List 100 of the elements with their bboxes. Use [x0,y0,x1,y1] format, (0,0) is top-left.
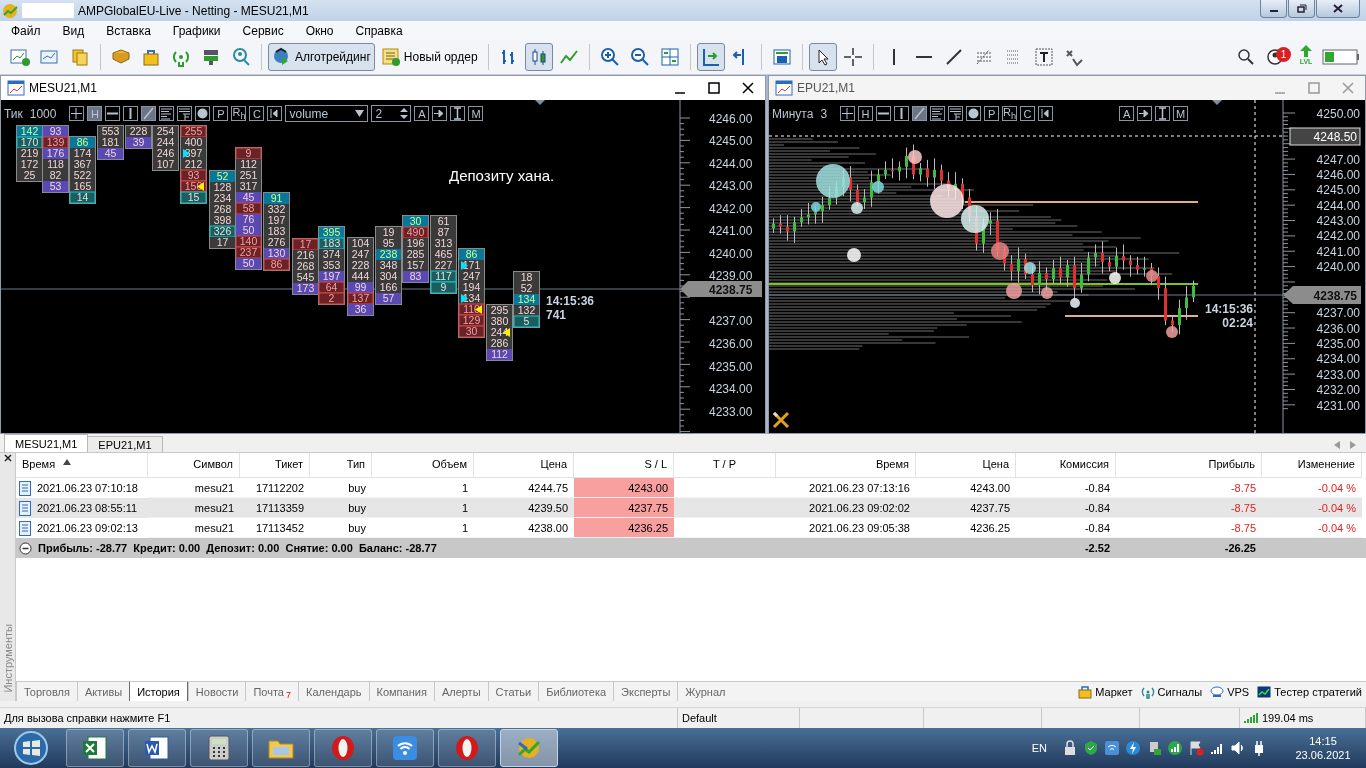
table-cell: -8.75 [1116,498,1262,518]
number-field[interactable]: 2 [371,105,412,122]
panel-link[interactable]: VPS [1206,682,1254,701]
table-cell: 4243.00 [574,478,674,498]
cluster-cell: 128 [210,181,235,193]
countdown-timer: 02:24 [1222,316,1253,330]
cluster-cell: 83 [403,270,428,282]
axis-label: 4232.00 [1316,383,1360,398]
table-cell: 4237.75 [916,498,1016,518]
panel-tab[interactable]: История [129,682,188,701]
panel-link[interactable]: Сигналы [1136,682,1207,701]
chart-key[interactable]: P [984,106,1000,121]
cluster-cell: 522 [70,169,95,181]
table-cell: 2021.06.23 09:02:02 [776,498,916,518]
cluster-cell: 353 [319,259,344,271]
cluster-cell: 112 [487,348,512,360]
table-cell: mesu21 [148,498,240,518]
cluster-cell: 19 [376,226,401,238]
summary-text: Прибыль: -28.77 Кредит: 0.00 Депозит: 0.00 Снятие: 0.00 Баланс: -28.77 [38,542,437,554]
axis-label: 4241.00 [709,224,753,239]
menu-item[interactable]: Сервис [233,23,297,38]
axis-label: 4231.00 [1316,398,1360,413]
chart-key[interactable]: P [213,106,229,121]
cluster-cell: 86 [263,258,290,271]
cluster-cell: 104 [348,237,373,249]
chart-key[interactable]: C [249,106,265,121]
cluster-cell: 400 [181,136,206,148]
menu-item[interactable]: Вставка [97,23,164,38]
cluster-cell: 91 [264,192,289,204]
cluster-cell: 183 [264,225,289,237]
cluster-cell: 58 [235,202,262,215]
axis-label: 4235.00 [1316,337,1360,352]
cluster-cell: 5 [513,315,540,328]
cluster-cell: 247 [459,270,484,282]
axis-label: 4250.00 [1316,106,1360,121]
cluster-cell: 18 [514,271,539,283]
chart-key[interactable]: M [468,106,484,121]
chart-key[interactable]: H [858,106,874,121]
cluster-cell: 82 [43,169,68,181]
axis-label: 4244.00 [709,156,753,171]
chart-key[interactable]: R$_{h}$ [231,106,247,121]
menu-item[interactable]: Графики [163,23,234,38]
axis-label: 4235.00 [709,359,753,374]
period-value: 3 [820,106,828,121]
axis-label: 4243.00 [1316,214,1360,229]
account-button[interactable]: 1 [1262,43,1290,71]
status-hint: Для вызова справки нажмите F1 [4,712,171,724]
cluster-cell: 87 [431,226,456,238]
cluster-cell: 172 [17,158,42,170]
chart-key[interactable]: R$_{h}$ [1002,106,1018,121]
cluster-cell: 183 [318,237,345,250]
summary-commission: -2.52 [1083,542,1111,554]
cluster-cell: 2 [318,292,345,305]
axis-label: 4236.00 [1316,321,1360,336]
cluster-cell: 173 [293,282,318,294]
cluster-cell: 246 [153,147,178,159]
cluster-cell: 228 [126,125,151,137]
chart-key[interactable]: C [1020,106,1036,121]
cluster-cell: 194 [459,281,484,293]
axis-label: 4245.00 [709,134,753,149]
cluster-cell: 216 [293,249,318,261]
toolbar-button[interactable]: Новый ордер [376,43,482,71]
cluster-cell: 285 [403,248,428,260]
menu-item[interactable]: Справка [346,23,416,38]
chart-key[interactable]: M [1173,106,1189,121]
toolbar-button[interactable]: Алготрейдинг [268,43,375,71]
menu-item[interactable]: Окно [296,23,347,38]
cluster-cell: 76 [236,213,261,225]
chart-tab[interactable]: EPU21,M1 [87,436,163,452]
cluster-cell: 255 [180,125,207,138]
panel-link[interactable]: Маркет [1074,682,1137,701]
cluster-cell: 95 [376,237,401,249]
menu-item[interactable]: Файл [2,23,54,38]
cluster-cell: 112 [236,158,261,170]
cluster-cell: 30 [458,325,485,338]
table-cell: 1 [372,498,474,518]
cluster-cell: 45 [98,147,123,159]
cluster-cell: 14 [69,191,96,204]
panel-link[interactable]: Тестер стратегий [1253,682,1366,701]
cluster-cell: 166 [376,281,401,293]
menu-item[interactable]: Вид [53,23,98,38]
cluster-cell: 50 [236,257,261,269]
cluster-cell: 238 [376,248,401,260]
summary-profit: -26.25 [1223,542,1257,554]
cluster-cell: 118 [43,158,68,170]
cluster-cell: 251 [236,169,261,181]
table-cell: 2021.06.23 08:55:11 [37,502,138,514]
cluster-cell: 317 [236,180,261,192]
chart-key[interactable]: A [414,106,430,121]
cluster-cell: 39 [126,136,151,148]
chart-tab[interactable]: MESU21,M1 [4,434,89,452]
mode-select[interactable]: volume [285,105,369,122]
chart-key[interactable]: A [1119,106,1135,121]
cluster-cell: 286 [487,337,512,349]
axis-label: 4240.00 [709,246,753,261]
cluster-cell: 219 [17,147,42,159]
axis-label: 4244.00 [1316,198,1360,213]
axis-label: 4243.00 [709,179,753,194]
cluster-cell: 444 [348,270,373,282]
table-cell: 4237.75 [574,498,674,518]
